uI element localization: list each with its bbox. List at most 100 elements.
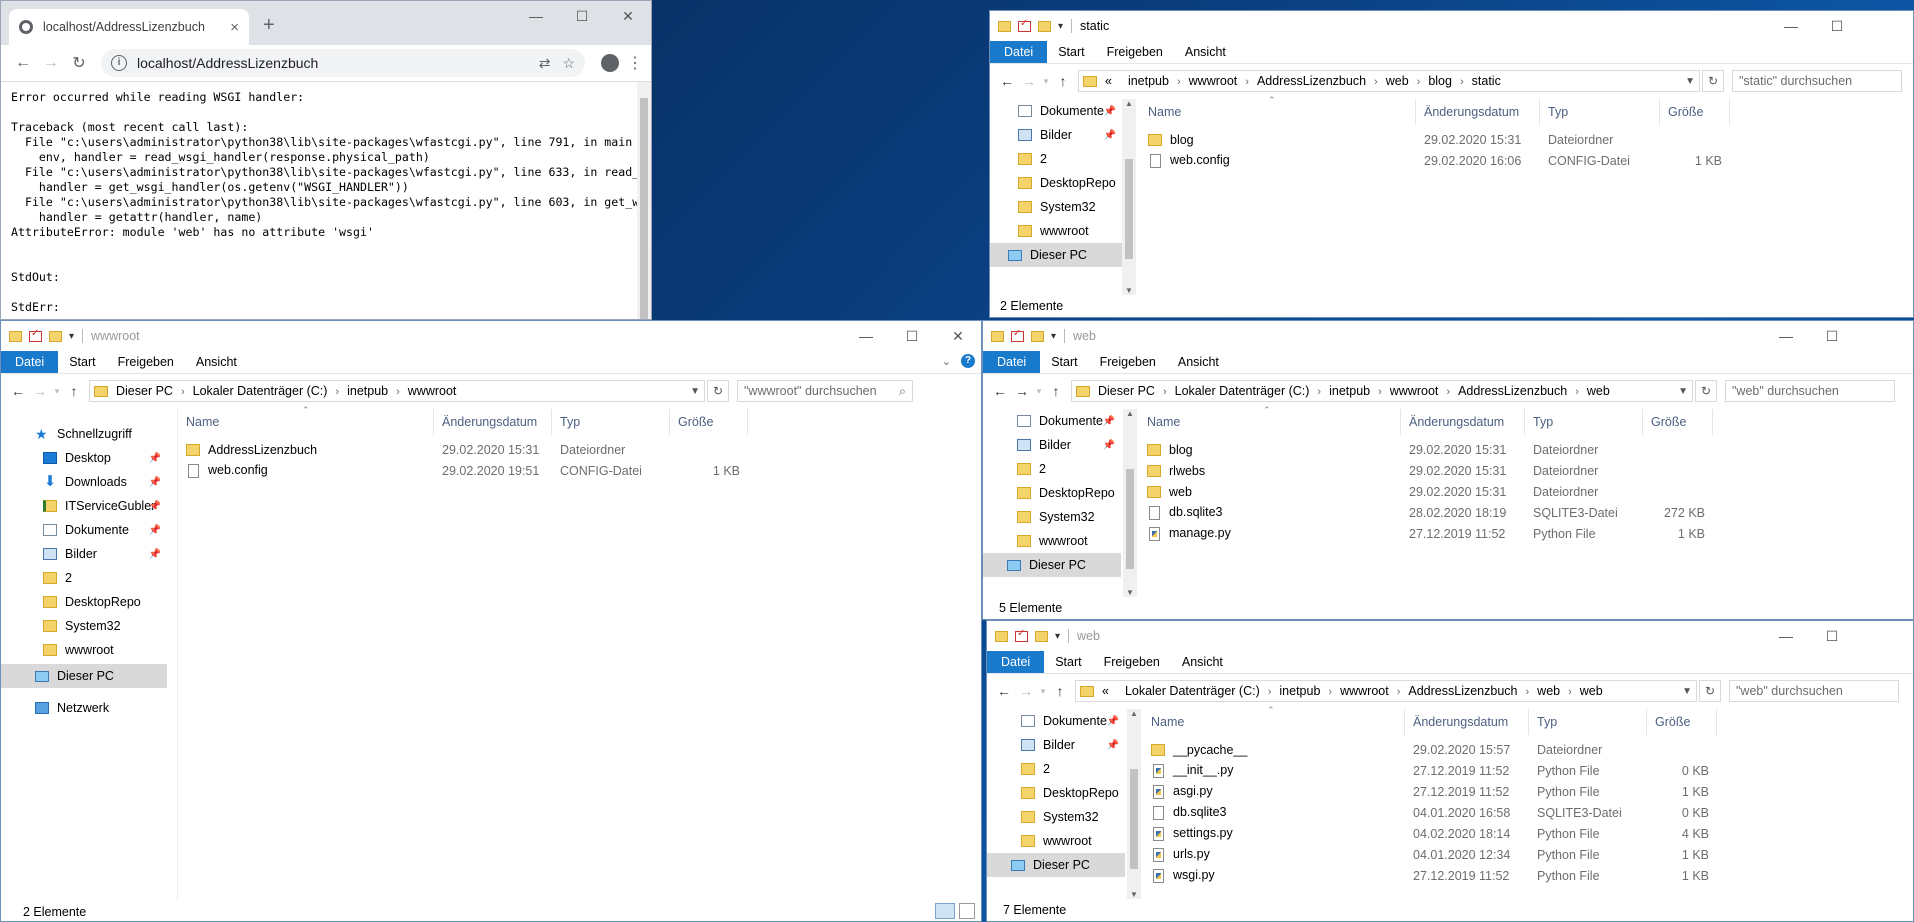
new-tab-button[interactable]: +	[263, 14, 275, 37]
tab-freigeben[interactable]: Freigeben	[1096, 41, 1174, 63]
breadcrumb-chevron-icon[interactable]: ›	[1446, 386, 1450, 398]
breadcrumb-item[interactable]: web	[1537, 684, 1560, 698]
nav-item-dokumente[interactable]: Dokumente 📌	[987, 709, 1125, 733]
new-folder-icon[interactable]	[1035, 630, 1048, 642]
nav-scrollbar[interactable]: ▲ ▼	[1122, 99, 1136, 295]
breadcrumb-item[interactable]: inetpub	[347, 384, 388, 398]
up-arrow-icon[interactable]: ↑	[1049, 683, 1071, 699]
up-arrow-icon[interactable]: ↑	[63, 383, 85, 399]
nav-item-desktoprepo[interactable]: DesktopRepo	[1, 590, 167, 614]
scrollbar-thumb[interactable]	[1125, 159, 1133, 259]
quick-access-dropdown-icon[interactable]: ▾	[1051, 331, 1056, 342]
nav-item-desktop[interactable]: Desktop 📌	[1, 446, 167, 470]
properties-icon[interactable]	[1015, 628, 1028, 642]
breadcrumb-item[interactable]: web	[1587, 384, 1610, 398]
maximize-button[interactable]: ☐	[1809, 621, 1855, 651]
nav-item-system32[interactable]: System32	[987, 805, 1125, 829]
forward-arrow-icon[interactable]: →	[1018, 73, 1040, 89]
nav-item-itservicegubler[interactable]: ITServiceGubler 📌	[1, 494, 167, 518]
file-row[interactable]: wsgi.py 27.12.2019 11:52 Python File 1 KB	[1143, 865, 1913, 886]
file-row[interactable]: web 29.02.2020 15:31 Dateiordner	[1139, 481, 1913, 502]
breadcrumb-chevron-icon[interactable]: ›	[181, 386, 185, 398]
file-row[interactable]: asgi.py 27.12.2019 11:52 Python File 1 KB	[1143, 781, 1913, 802]
back-arrow-icon[interactable]: ←	[993, 683, 1015, 699]
breadcrumb-overflow-icon[interactable]: «	[1105, 74, 1112, 88]
tab-start[interactable]: Start	[1040, 351, 1088, 373]
tab-datei[interactable]: Datei	[987, 651, 1045, 673]
account-icon[interactable]	[601, 54, 619, 72]
reload-icon[interactable]: ↻	[65, 53, 93, 73]
new-folder-icon[interactable]	[1031, 330, 1044, 342]
file-row[interactable]: blog 29.02.2020 15:31 Dateiordner	[1140, 129, 1913, 150]
scroll-down-icon[interactable]: ▼	[1127, 890, 1141, 899]
column-size[interactable]: Größe	[1660, 99, 1730, 125]
breadcrumb-chevron-icon[interactable]: ›	[396, 386, 400, 398]
nav-item-2[interactable]: 2	[987, 757, 1125, 781]
search-input[interactable]: "web" durchsuchen	[1729, 680, 1899, 702]
breadcrumb-item[interactable]: inetpub	[1279, 684, 1320, 698]
breadcrumb-overflow-icon[interactable]: «	[1102, 684, 1109, 698]
help-icon[interactable]: ?	[961, 354, 975, 368]
maximize-button[interactable]: ☐	[1809, 321, 1855, 351]
nav-item-2[interactable]: 2	[990, 147, 1122, 171]
minimize-button[interactable]: —	[1763, 621, 1809, 651]
nav-item-wwwroot[interactable]: wwwroot	[987, 829, 1125, 853]
new-folder-icon[interactable]	[49, 330, 62, 342]
back-arrow-icon[interactable]: ←	[7, 383, 29, 399]
breadcrumb-chevron-icon[interactable]: ›	[1177, 76, 1181, 88]
chevron-down-icon[interactable]: ▼	[1682, 686, 1692, 697]
recent-dropdown-icon[interactable]: ▾	[1040, 76, 1052, 87]
column-date[interactable]: Änderungsdatum	[1401, 409, 1525, 435]
breadcrumb-chevron-icon[interactable]: ›	[1374, 76, 1378, 88]
breadcrumb-item[interactable]: AddressLizenzbuch	[1408, 684, 1517, 698]
up-arrow-icon[interactable]: ↑	[1052, 73, 1074, 89]
scroll-down-icon[interactable]: ▼	[1123, 588, 1137, 597]
breadcrumb-item[interactable]: web	[1580, 684, 1603, 698]
scrollbar-thumb[interactable]	[1126, 469, 1134, 569]
maximize-button[interactable]: ☐	[1814, 11, 1860, 41]
breadcrumb-item[interactable]: inetpub	[1329, 384, 1370, 398]
up-arrow-icon[interactable]: ↑	[1045, 383, 1067, 399]
properties-icon[interactable]	[1011, 328, 1024, 342]
quick-access-dropdown-icon[interactable]: ▾	[1055, 631, 1060, 642]
refresh-button[interactable]: ↻	[1702, 70, 1724, 92]
column-size[interactable]: Größe	[670, 409, 748, 435]
breadcrumb-item[interactable]: inetpub	[1128, 74, 1169, 88]
chevron-down-icon[interactable]: ▼	[690, 386, 700, 397]
properties-icon[interactable]	[1018, 18, 1031, 32]
breadcrumb-item[interactable]: wwwroot	[408, 384, 457, 398]
scroll-up-icon[interactable]: ▲	[1122, 99, 1136, 108]
close-button[interactable]: ✕	[605, 1, 651, 31]
minimize-button[interactable]: —	[1768, 11, 1814, 41]
recent-dropdown-icon[interactable]: ▾	[51, 386, 63, 397]
breadcrumb-item[interactable]: wwwroot	[1340, 684, 1389, 698]
breadcrumb-item[interactable]: Lokaler Datenträger (C:)	[1175, 384, 1310, 398]
nav-item-bilder[interactable]: Bilder 📌	[987, 733, 1125, 757]
tab-ansicht[interactable]: Ansicht	[1171, 651, 1234, 673]
file-row[interactable]: AddressLizenzbuch 29.02.2020 15:31 Dateior…	[178, 439, 981, 460]
tab-start[interactable]: Start	[58, 351, 106, 373]
breadcrumb-chevron-icon[interactable]: ›	[1397, 686, 1401, 698]
back-arrow-icon[interactable]: ←	[989, 383, 1011, 399]
nav-item-dieser-pc[interactable]: Dieser PC	[987, 853, 1125, 877]
properties-icon[interactable]	[29, 328, 42, 342]
forward-arrow-icon[interactable]: →	[29, 383, 51, 399]
address-bar[interactable]: « inetpub › wwwroot › AddressLizenzbuch › web › b…	[1078, 70, 1700, 92]
tab-ansicht[interactable]: Ansicht	[1174, 41, 1237, 63]
large-icons-view-icon[interactable]	[959, 903, 975, 919]
tab-ansicht[interactable]: Ansicht	[185, 351, 248, 373]
nav-item-2[interactable]: 2	[1, 566, 167, 590]
address-bar[interactable]: Dieser PC › Lokaler Datenträger (C:) › inetp…	[89, 380, 705, 402]
breadcrumb-item[interactable]: Lokaler Datenträger (C:)	[1125, 684, 1260, 698]
nav-item-desktoprepo[interactable]: DesktopRepo	[987, 781, 1125, 805]
recent-dropdown-icon[interactable]: ▾	[1033, 386, 1045, 397]
breadcrumb-chevron-icon[interactable]: ›	[1526, 686, 1530, 698]
nav-item-system32[interactable]: System32	[983, 505, 1121, 529]
bookmark-star-icon[interactable]: ☆	[562, 55, 575, 72]
file-row[interactable]: db.sqlite3 04.01.2020 16:58 SQLITE3-Datei 0…	[1143, 802, 1913, 823]
info-icon[interactable]: i	[111, 55, 127, 71]
nav-item-wwwroot[interactable]: wwwroot	[983, 529, 1121, 553]
minimize-button[interactable]: —	[513, 1, 559, 31]
search-input[interactable]: "wwwroot" durchsuchen ⌕	[737, 380, 913, 402]
tab-start[interactable]: Start	[1047, 41, 1095, 63]
